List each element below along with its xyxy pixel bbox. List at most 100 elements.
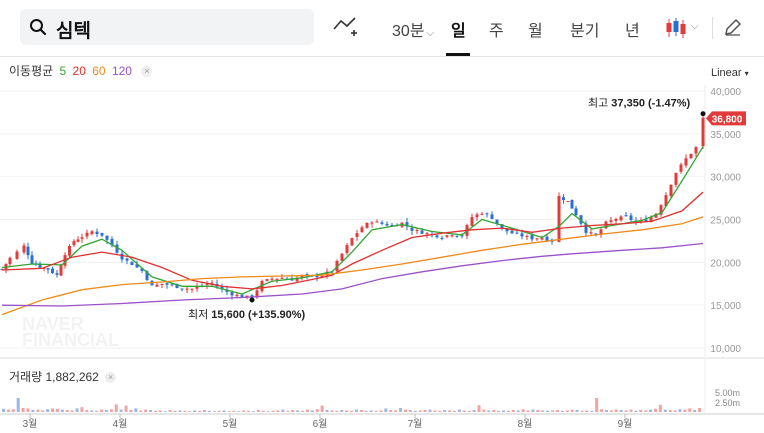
candle-body	[535, 238, 539, 240]
candle-body	[450, 235, 454, 237]
candle-body	[624, 215, 628, 217]
candle-body	[614, 218, 618, 221]
volume-bar	[315, 409, 319, 412]
volume-bar	[516, 410, 520, 412]
volume-bar	[109, 409, 113, 412]
ma-5-line	[1, 146, 704, 295]
volume-bar	[301, 410, 305, 412]
volume-bar	[320, 405, 324, 412]
volume-bar	[202, 410, 206, 412]
volume-bar	[256, 410, 260, 412]
y-tick-label: 25,000	[710, 216, 741, 227]
volume-bar	[350, 410, 354, 412]
volume-bar	[408, 410, 412, 412]
x-tick-label: 9월	[618, 418, 633, 430]
volume-bar	[80, 407, 84, 412]
candle-body	[435, 235, 439, 238]
candle-body	[415, 230, 419, 232]
price-chart[interactable]: NAVER FINANCIAL 40,00035,00030,00025,000…	[0, 0, 764, 433]
candle-body	[170, 284, 174, 286]
volume-bar	[16, 398, 20, 412]
volume-bar	[354, 409, 358, 412]
candle-body	[80, 237, 84, 239]
candle-body	[380, 222, 384, 224]
volume-bar	[276, 410, 280, 412]
high-value: 37,350 (-1.47%)	[611, 98, 690, 110]
volume-bar	[609, 410, 613, 412]
volume-bar	[521, 409, 525, 412]
volume-bar	[580, 410, 584, 412]
candle-body	[340, 253, 344, 261]
candle-body	[520, 233, 524, 237]
current-price-label: 36,800	[712, 114, 743, 125]
volume-bar	[90, 410, 94, 412]
volume-bar	[242, 410, 246, 412]
volume-bar	[482, 409, 486, 412]
candle-body	[589, 232, 593, 234]
volume-bar	[46, 409, 50, 412]
volume-bar	[497, 410, 501, 412]
volume-bar	[124, 405, 128, 412]
volume-bar	[438, 410, 442, 412]
volume-bar	[188, 411, 192, 412]
candle-body	[669, 184, 673, 197]
candle-body	[440, 237, 444, 239]
candle-body	[420, 230, 424, 234]
volume-bar	[291, 410, 295, 412]
volume-bar	[296, 410, 300, 412]
volume-bar	[379, 410, 383, 412]
volume-bar	[104, 410, 108, 412]
low-value: 15,600 (+135.90%)	[211, 309, 305, 321]
candle-body	[562, 197, 565, 201]
y-tick-label: 15,000	[710, 301, 741, 312]
candle-body	[46, 268, 50, 270]
volume-bar	[413, 410, 417, 412]
candle-body	[51, 268, 54, 273]
volume-bar	[506, 410, 510, 412]
candle-body	[350, 238, 354, 246]
candle-body	[375, 221, 379, 223]
volume-bar	[55, 408, 59, 412]
volume-bar	[595, 398, 599, 412]
volume-bar	[629, 409, 633, 412]
candle-body	[385, 223, 389, 226]
x-tick-label: 8월	[518, 418, 533, 430]
volume-bar	[36, 409, 40, 412]
candle-body	[160, 283, 164, 285]
candle-body	[365, 223, 369, 228]
candle-body	[689, 153, 693, 159]
volume-bar	[403, 409, 407, 412]
volume-bar	[443, 410, 447, 412]
volume-bar	[222, 410, 226, 412]
candle-body	[120, 253, 124, 260]
candle-body	[59, 265, 63, 276]
volume-bar	[604, 410, 608, 412]
volume-bar	[286, 410, 290, 412]
volume-bar	[565, 410, 569, 412]
y-tick-label: 40,000	[710, 87, 741, 98]
candle-body	[629, 215, 633, 220]
volume-bar	[70, 410, 74, 412]
volume-bar	[467, 410, 471, 412]
volume-bar	[531, 409, 535, 412]
volume-bar	[100, 409, 104, 412]
volume-bar	[359, 410, 363, 412]
volume-bar	[173, 410, 177, 412]
high-annotation: 최고 37,350 (-1.47%)	[588, 97, 691, 110]
candle-body	[155, 284, 159, 287]
candle-body	[190, 288, 194, 290]
volume-bar	[330, 410, 334, 412]
volume-bar	[585, 410, 589, 412]
volume-bar	[369, 410, 373, 412]
volume-bar	[668, 410, 672, 412]
x-tick-label: 3월	[23, 418, 38, 430]
volume-bar	[345, 410, 349, 412]
candle-body	[574, 208, 578, 216]
candle-body	[485, 213, 489, 215]
volume-bar	[11, 409, 15, 412]
candle-body	[480, 213, 484, 215]
candle-body	[130, 261, 134, 266]
high-prefix: 최고	[588, 97, 611, 110]
volume-bar	[590, 410, 594, 412]
volume-bar	[477, 405, 481, 412]
